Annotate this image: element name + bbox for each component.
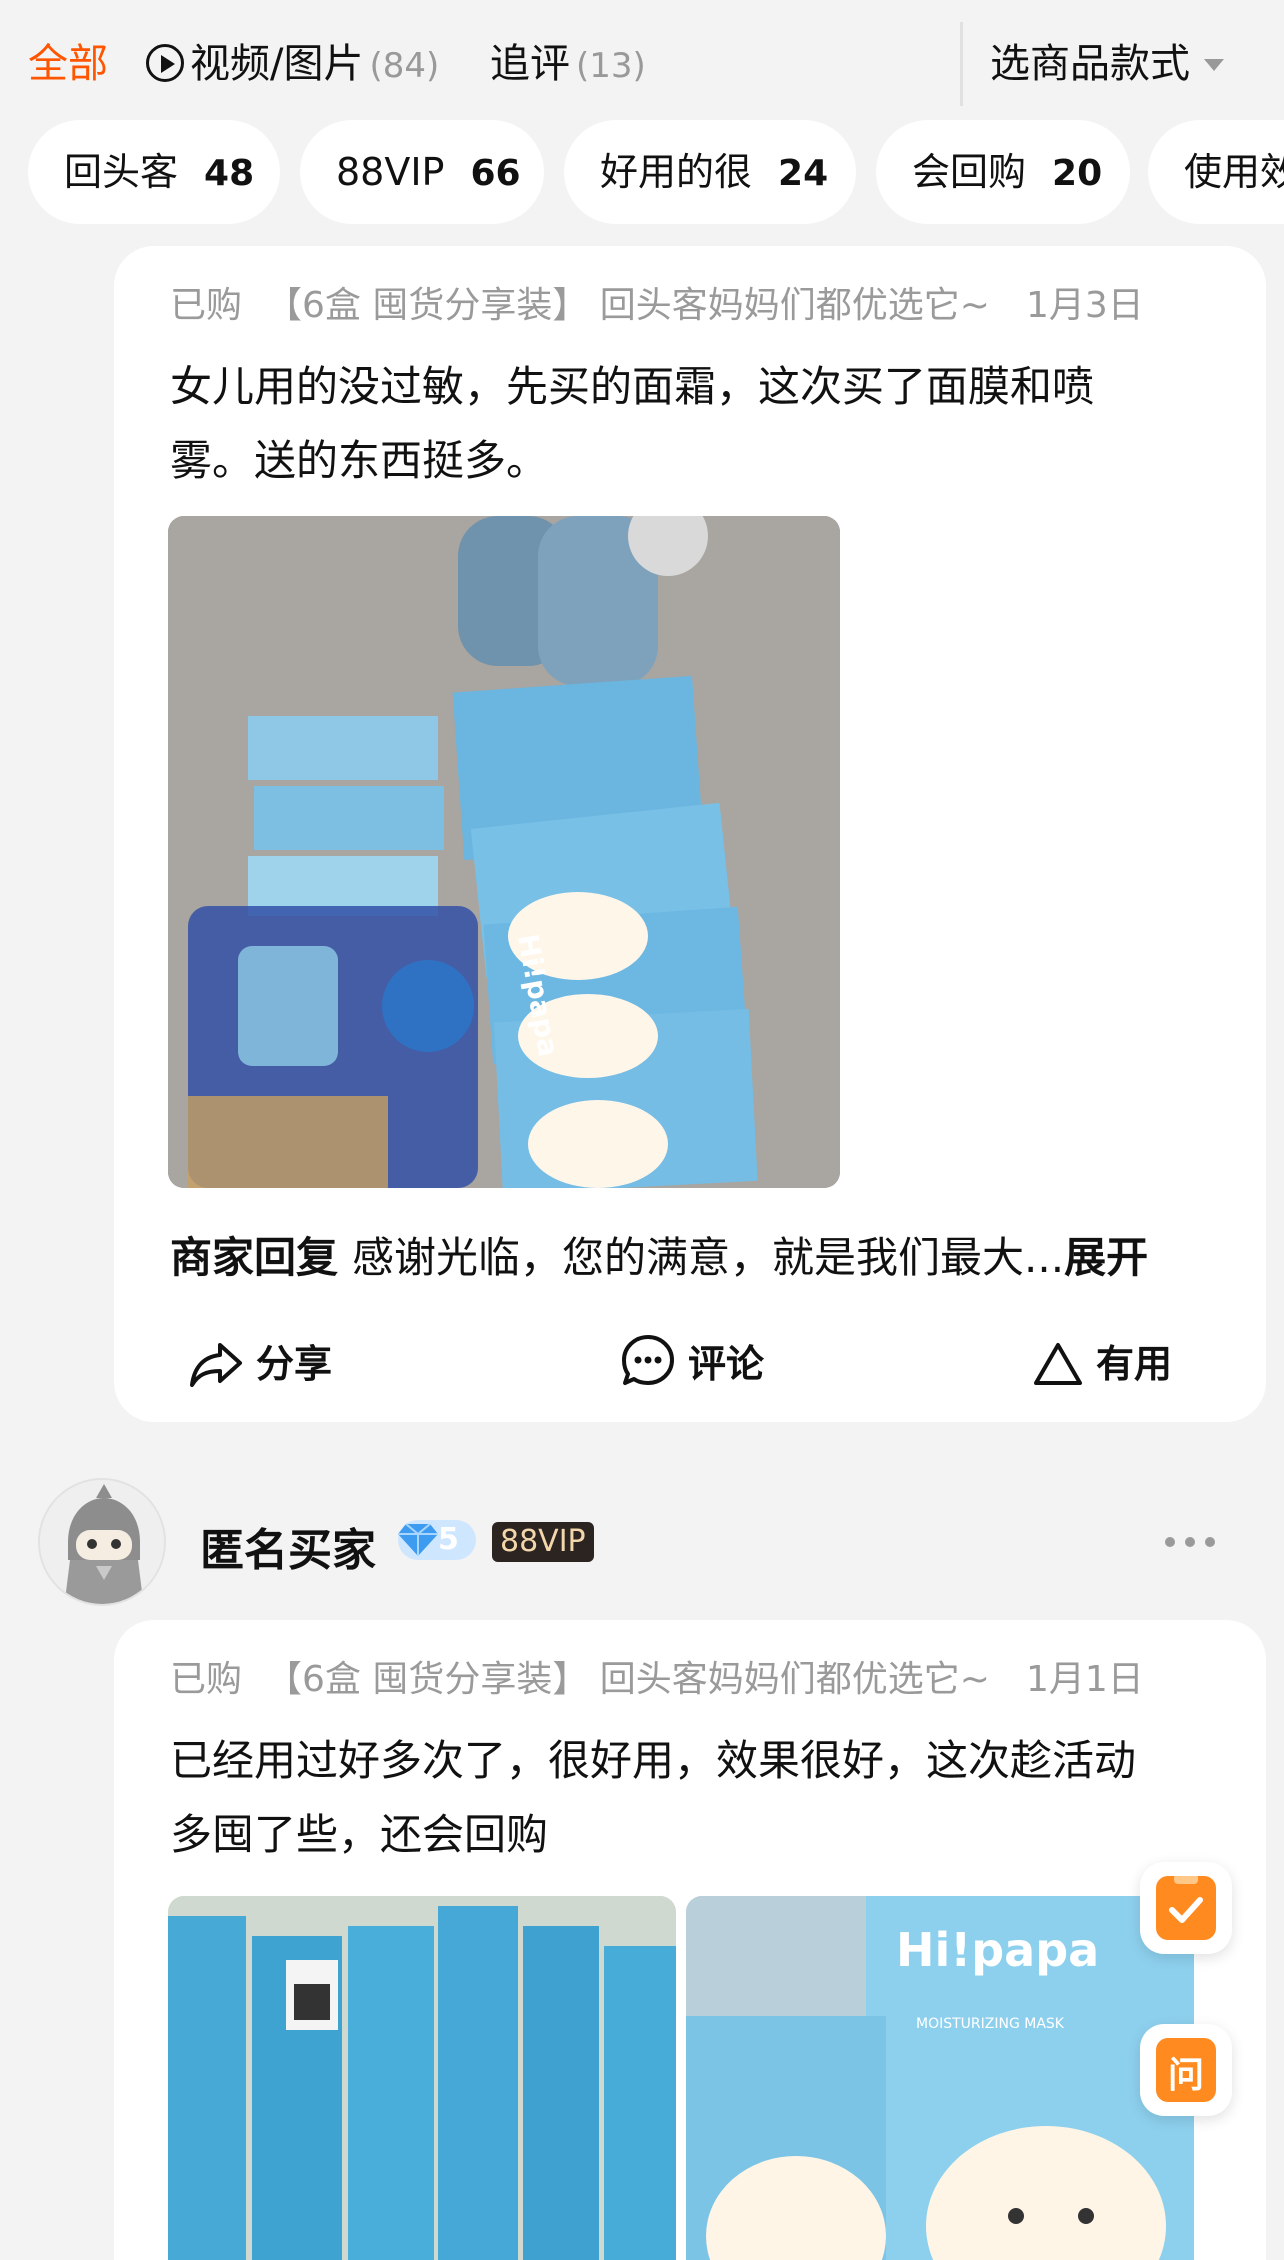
chip-count: 24 [778, 153, 829, 194]
photo-caption-text: MOISTURIZING MASK [916, 2016, 1065, 2032]
tab-followup-count: (13) [576, 46, 646, 86]
useful-label: 有用 [1096, 1342, 1173, 1386]
review-content: 已经用过好多次了，很好用，效果很好，这次趁活动多囤了些，还会回购 [170, 1736, 1137, 1859]
tab-followup-label: 追评 [490, 41, 570, 87]
product-boxes-illustration [168, 1896, 676, 2260]
photo-brand-text: Hi!papa [896, 1923, 1099, 1977]
comment-label: 评论 [688, 1342, 765, 1386]
product-mask-illustration: Hi!papa MOISTURIZING MASK [686, 1896, 1194, 2260]
tab-media-count: (84) [369, 46, 440, 86]
share-icon [190, 1343, 242, 1387]
purchased-label: 已购 [170, 1659, 243, 1700]
review-content: 女儿用的没过敏，先买的面霜，这次买了面膜和喷雾。送的东西挺多。 [170, 362, 1095, 485]
member-level: 5 [438, 1522, 459, 1557]
chip-label: 使用效 [1184, 150, 1284, 194]
chip-88vip[interactable]: 88VIP 66 [300, 120, 544, 224]
merchant-reply[interactable]: 商家回复 感谢光临，您的满意，就是我们最大...展开 [170, 1224, 1148, 1285]
review-actions: 分享 评论 有用 [114, 1328, 1266, 1400]
merchant-reply-text: 感谢光临，您的满意，就是我们最大... [352, 1233, 1065, 1282]
checklist-button[interactable] [1140, 1862, 1232, 1954]
anonymous-avatar-icon [40, 1480, 164, 1604]
chip-usage-effect[interactable]: 使用效 [1148, 120, 1284, 224]
review-tab-bar: 全部 视频/图片 (84) 追评 (13) 选商品款式 [0, 0, 1284, 128]
share-label: 分享 [256, 1342, 333, 1386]
chip-label: 88VIP [336, 150, 445, 194]
comment-button[interactable]: 评论 [620, 1328, 764, 1400]
useful-icon [1034, 1343, 1082, 1385]
member-level-badge: 5 [398, 1520, 476, 1560]
ask-icon: 问 [1156, 2038, 1216, 2102]
sku-select-label: 选商品款式 [990, 41, 1190, 87]
ask-label: 问 [1167, 2055, 1204, 2096]
review-card: 已购 【6盒 囤货分享装】 回头客妈妈们都优选它~ 1月1日 已经用过好多次了，很好… [114, 1620, 1266, 2260]
share-button[interactable]: 分享 [188, 1328, 332, 1400]
more-icon[interactable] [1164, 1536, 1216, 1548]
merchant-reply-title: 商家回复 [170, 1233, 339, 1282]
vip-badge: 88VIP [492, 1522, 594, 1562]
review-date: 1月3日 [1025, 285, 1144, 326]
purchased-label: 已购 [170, 285, 243, 326]
chip-will-rebuy[interactable]: 会回购 20 [876, 120, 1130, 224]
chip-label: 回头客 [64, 150, 179, 194]
checklist-icon [1156, 1874, 1216, 1940]
chip-easy-to-use[interactable]: 好用的很 24 [564, 120, 856, 224]
chip-count: 20 [1052, 153, 1103, 194]
diamond-icon [398, 1523, 438, 1556]
review-meta: 已购 【6盒 囤货分享装】 回头客妈妈们都优选它~ 1月1日 [170, 1650, 1144, 1702]
play-circle-icon [146, 44, 184, 82]
chip-count: 48 [204, 153, 255, 194]
sku-label: 【6盒 囤货分享装】 回头客妈妈们都优选它~ [266, 285, 990, 326]
tab-followup[interactable]: 追评 (13) [490, 38, 646, 90]
review-photo[interactable]: Hi!papa [168, 516, 840, 1188]
tab-all[interactable]: 全部 [28, 38, 108, 90]
sku-label: 【6盒 囤货分享装】 回头客妈妈们都优选它~ [266, 1659, 990, 1700]
tab-divider [960, 22, 963, 106]
review-meta: 已购 【6盒 囤货分享装】 回头客妈妈们都优选它~ 1月3日 [170, 276, 1144, 328]
chip-label: 好用的很 [600, 150, 753, 194]
review-date: 1月1日 [1025, 1659, 1144, 1700]
useful-button[interactable]: 有用 [1032, 1328, 1172, 1400]
checkmark-icon [1169, 1874, 1203, 1923]
chip-returning[interactable]: 回头客 48 [28, 120, 280, 224]
chip-count: 66 [470, 153, 521, 194]
tab-all-label: 全部 [28, 41, 108, 87]
product-photo-illustration: Hi!papa [168, 516, 840, 1188]
tag-chip-row: 回头客 48 88VIP 66 好用的很 24 会回购 20 使用效 [0, 120, 1284, 224]
reviewer-name: 匿名买家 [200, 1525, 376, 1576]
chip-label: 会回购 [912, 150, 1027, 194]
comment-icon [622, 1335, 674, 1385]
sku-style-select[interactable]: 选商品款式 [990, 38, 1224, 90]
review-photo[interactable]: Hi!papa MOISTURIZING MASK [686, 1896, 1194, 2260]
reviewer-row: 匿名买家 5 88VIP [0, 1474, 1284, 1606]
avatar[interactable] [38, 1478, 166, 1606]
chevron-down-icon [1204, 59, 1224, 71]
expand-link[interactable]: 展开 [1064, 1233, 1148, 1282]
tab-media-label: 视频/图片 [190, 41, 364, 87]
review-photo[interactable] [168, 1896, 676, 2260]
review-card: 已购 【6盒 囤货分享装】 回头客妈妈们都优选它~ 1月3日 女儿用的没过敏，先买的… [114, 246, 1266, 1422]
ask-button[interactable]: 问 [1140, 2024, 1232, 2116]
tab-media[interactable]: 视频/图片 (84) [146, 38, 439, 90]
